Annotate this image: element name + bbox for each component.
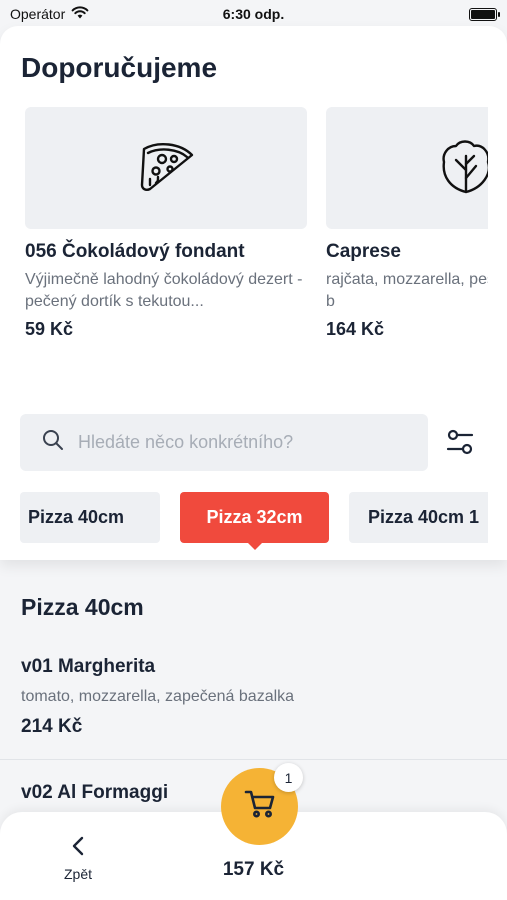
- search-icon: [42, 429, 64, 456]
- recommended-title: Doporučujeme: [21, 52, 218, 83]
- recommended-carousel[interactable]: 056 Čokoládový fondant Výjimečně lahodný…: [0, 107, 488, 347]
- item-description: Výjimečně lahodný čokoládový dezert - pe…: [25, 271, 303, 310]
- item-price: 164 Kč: [326, 319, 385, 339]
- item-thumbnail: [25, 107, 307, 229]
- tab-pizza-40cm[interactable]: Pizza 40cm: [20, 492, 160, 543]
- tab-pizza-32cm[interactable]: Pizza 32cm: [180, 492, 329, 550]
- list-item[interactable]: v01 Margherita tomato, mozzarella, zapeč…: [21, 656, 294, 738]
- search-input[interactable]: [78, 432, 398, 453]
- item-thumbnail: [326, 107, 488, 229]
- filter-button[interactable]: [442, 426, 478, 462]
- item-name: v02 Al Formaggi: [21, 782, 169, 803]
- list-item[interactable]: v02 Al Formaggi: [21, 782, 168, 804]
- item-name: Caprese: [326, 241, 401, 262]
- recommended-item[interactable]: 056 Čokoládový fondant Výjimečně lahodný…: [25, 107, 307, 340]
- filter-icon: [446, 429, 474, 460]
- search-bar[interactable]: [20, 414, 428, 471]
- item-name: 056 Čokoládový fondant: [25, 241, 245, 262]
- item-price: 214 Kč: [21, 716, 83, 737]
- wifi-icon: [71, 6, 89, 22]
- clock: 6:30 odp.: [222, 6, 285, 22]
- item-name: v01 Margherita: [21, 656, 156, 677]
- recommended-item[interactable]: Caprese rajčata, mozzarella, pesto, oliv…: [326, 107, 488, 340]
- lettuce-icon: [436, 136, 488, 201]
- tab-pizza-40cm-1[interactable]: Pizza 40cm 1: [349, 492, 488, 543]
- item-description: tomato, mozzarella, zapečená bazalka: [21, 688, 295, 705]
- app-screen: Operátor 6:30 odp. Doporučujeme 056 Čoko…: [0, 0, 507, 900]
- item-description: rajčata, mozzarella, pesto, olivový olej…: [326, 271, 488, 310]
- cart-total: 157 Kč: [222, 859, 285, 880]
- cart-icon: [244, 789, 276, 824]
- battery-icon: [469, 7, 500, 21]
- menu-section-title: Pizza 40cm: [21, 594, 144, 620]
- carrier-label: Operátor: [10, 6, 66, 22]
- pizza-slice-icon: [136, 139, 196, 198]
- category-tabs: Pizza 40cm Pizza 32cm Pizza 40cm 1: [0, 492, 488, 552]
- divider: [0, 759, 507, 760]
- status-left: Operátor: [10, 6, 89, 22]
- status-bar: Operátor 6:30 odp.: [0, 0, 507, 28]
- chevron-left-icon: [71, 836, 85, 861]
- top-panel: Doporučujeme 056 Čokoládový fondant Výji…: [0, 26, 507, 560]
- cart-count-badge: 1: [274, 763, 303, 792]
- item-price: 59 Kč: [25, 319, 74, 339]
